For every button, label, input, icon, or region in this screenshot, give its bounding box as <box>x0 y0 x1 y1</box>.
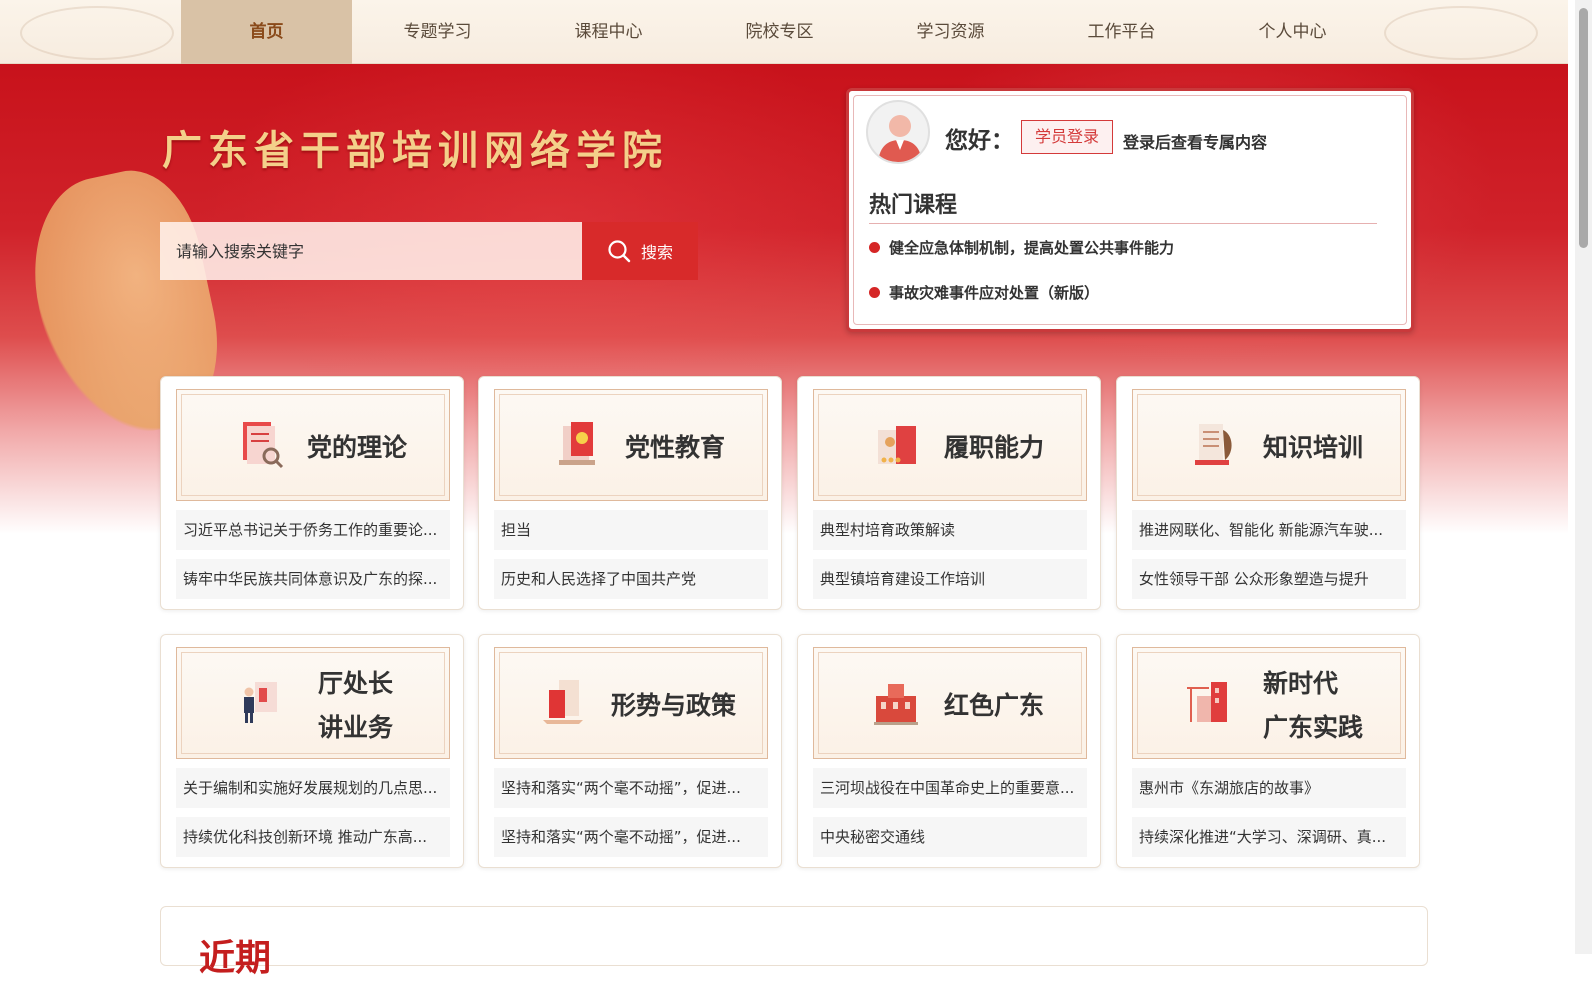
category-title: 形势与政策 <box>611 691 737 720</box>
category-link[interactable]: 关于编制和实施好发展规划的几点思... <box>176 768 450 808</box>
category-title: 知识培训 <box>1263 433 1364 462</box>
category-link[interactable]: 惠州市《东湖旅店的故事》 <box>1132 768 1406 808</box>
category-link[interactable]: 习近平总书记关于侨务工作的重要论... <box>176 510 450 550</box>
category-title: 红色广东 <box>944 691 1045 720</box>
category-card-header: 履职能力 <box>813 389 1087 501</box>
nav-items: 首页 专题学习 课程中心 院校专区 学习资源 工作平台 个人中心 <box>181 0 1378 64</box>
category-link[interactable]: 持续深化推进“大学习、深调研、真... <box>1132 817 1406 857</box>
category-card-header: 党性教育 <box>494 389 768 501</box>
category-title: 履职能力 <box>944 433 1045 462</box>
policy-icon <box>543 680 583 724</box>
avatar <box>866 100 930 164</box>
bullet-dot-icon <box>869 287 880 298</box>
category-link[interactable]: 历史和人民选择了中国共产党 <box>494 559 768 599</box>
search-bar: 搜索 <box>160 222 698 280</box>
hot-courses-title: 热门课程 <box>869 193 958 218</box>
hot-courses-divider <box>869 223 1377 224</box>
student-login-button[interactable]: 学员登录 <box>1021 120 1113 154</box>
duty-ability-icon <box>878 426 916 464</box>
bullet-dot-icon <box>869 242 880 253</box>
greeting-text: 您好： <box>945 128 1014 154</box>
category-card-header: 厅处长 讲业务 <box>176 647 450 759</box>
category-link[interactable]: 女性领导干部 公众形象塑造与提升 <box>1132 559 1406 599</box>
category-link[interactable]: 坚持和落实“两个毫不动摇”，促进... <box>494 817 768 857</box>
login-tip-text: 登录后查看专属内容 <box>1123 133 1268 152</box>
category-title: 党的理论 <box>307 433 408 462</box>
search-button-label: 搜索 <box>640 243 673 262</box>
hot-course-item[interactable]: 事故灾难事件应对处置（新版） <box>869 282 1099 303</box>
party-spirit-icon <box>559 422 595 465</box>
category-link[interactable]: 持续优化科技创新环境 推动广东高... <box>176 817 450 857</box>
category-card-header: 红色广东 <box>813 647 1087 759</box>
category-title-line: 厅处长 <box>318 669 394 698</box>
top-nav: 首页 专题学习 课程中心 院校专区 学习资源 工作平台 个人中心 <box>0 0 1568 64</box>
hot-course-title: 事故灾难事件应对处置（新版） <box>889 284 1100 302</box>
category-link[interactable]: 中央秘密交通线 <box>813 817 1087 857</box>
category-card-director[interactable]: 厅处长 讲业务 关于编制和实施好发展规划的几点思... 持续优化科技创新环境 推… <box>160 634 464 868</box>
category-link[interactable]: 推进网联化、智能化 新能源汽车驶... <box>1132 510 1406 550</box>
scrollbar-thumb[interactable] <box>1579 8 1588 248</box>
category-link[interactable]: 典型镇培育建设工作培训 <box>813 559 1087 599</box>
category-card-party-theory[interactable]: 党的理论 习近平总书记关于侨务工作的重要论... 铸牢中华民族共同体意识及广东的… <box>160 376 464 610</box>
category-card-duty-ability[interactable]: 履职能力 典型村培育政策解读 典型镇培育建设工作培训 <box>797 376 1101 610</box>
login-panel: 您好： 学员登录 登录后查看专属内容 热门课程 健全应急体制机制，提高处置公共事… <box>846 88 1414 332</box>
party-theory-icon <box>243 422 284 469</box>
nav-item-personal[interactable]: 个人中心 <box>1207 0 1378 64</box>
nav-item-home[interactable]: 首页 <box>181 0 352 64</box>
category-title-line: 讲业务 <box>318 713 394 742</box>
nav-item-work-platform[interactable]: 工作平台 <box>1036 0 1207 64</box>
site-title: 广东省干部培训网络学院 <box>162 127 668 174</box>
section-title: 近期 <box>199 937 272 979</box>
category-card-header: 知识培训 <box>1132 389 1406 501</box>
category-link[interactable]: 典型村培育政策解读 <box>813 510 1087 550</box>
category-title-line: 新时代 <box>1263 669 1339 698</box>
nav-item-resources[interactable]: 学习资源 <box>865 0 1036 64</box>
category-card-red-guangdong[interactable]: 红色广东 三河坝战役在中国革命史上的重要意... 中央秘密交通线 <box>797 634 1101 868</box>
page-scrollbar[interactable] <box>1575 0 1592 954</box>
search-input[interactable] <box>160 222 582 280</box>
category-card-policy[interactable]: 形势与政策 坚持和落实“两个毫不动摇”，促进... 坚持和落实“两个毫不动摇”，… <box>478 634 782 868</box>
hot-course-title: 健全应急体制机制，提高处置公共事件能力 <box>889 239 1175 257</box>
category-link[interactable]: 坚持和落实“两个毫不动摇”，促进... <box>494 768 768 808</box>
director-icon <box>244 682 277 723</box>
category-link[interactable]: 铸牢中华民族共同体意识及广东的探... <box>176 559 450 599</box>
search-icon <box>608 240 631 263</box>
category-card-party-spirit[interactable]: 党性教育 担当 历史和人民选择了中国共产党 <box>478 376 782 610</box>
red-guangdong-icon <box>874 684 918 725</box>
nav-item-topics[interactable]: 专题学习 <box>352 0 523 64</box>
category-title: 党性教育 <box>625 433 726 462</box>
category-card-new-era[interactable]: 新时代 广东实践 惠州市《东湖旅店的故事》 持续深化推进“大学习、深调研、真..… <box>1116 634 1420 868</box>
category-card-knowledge[interactable]: 知识培训 推进网联化、智能化 新能源汽车驶... 女性领导干部 公众形象塑造与提… <box>1116 376 1420 610</box>
category-card-header: 形势与政策 <box>494 647 768 759</box>
category-card-header: 党的理论 <box>176 389 450 501</box>
category-link[interactable]: 担当 <box>494 510 768 550</box>
hot-course-item[interactable]: 健全应急体制机制，提高处置公共事件能力 <box>869 237 1174 258</box>
nav-item-courses[interactable]: 课程中心 <box>523 0 694 64</box>
category-title-line: 广东实践 <box>1263 713 1364 742</box>
search-button[interactable]: 搜索 <box>582 222 698 280</box>
recent-section: 近期 <box>160 906 1428 979</box>
category-card-header: 新时代 广东实践 <box>1132 647 1406 759</box>
nav-item-colleges[interactable]: 院校专区 <box>694 0 865 64</box>
category-link[interactable]: 三河坝战役在中国革命史上的重要意... <box>813 768 1087 808</box>
new-era-icon <box>1187 682 1227 722</box>
knowledge-icon <box>1195 424 1232 465</box>
